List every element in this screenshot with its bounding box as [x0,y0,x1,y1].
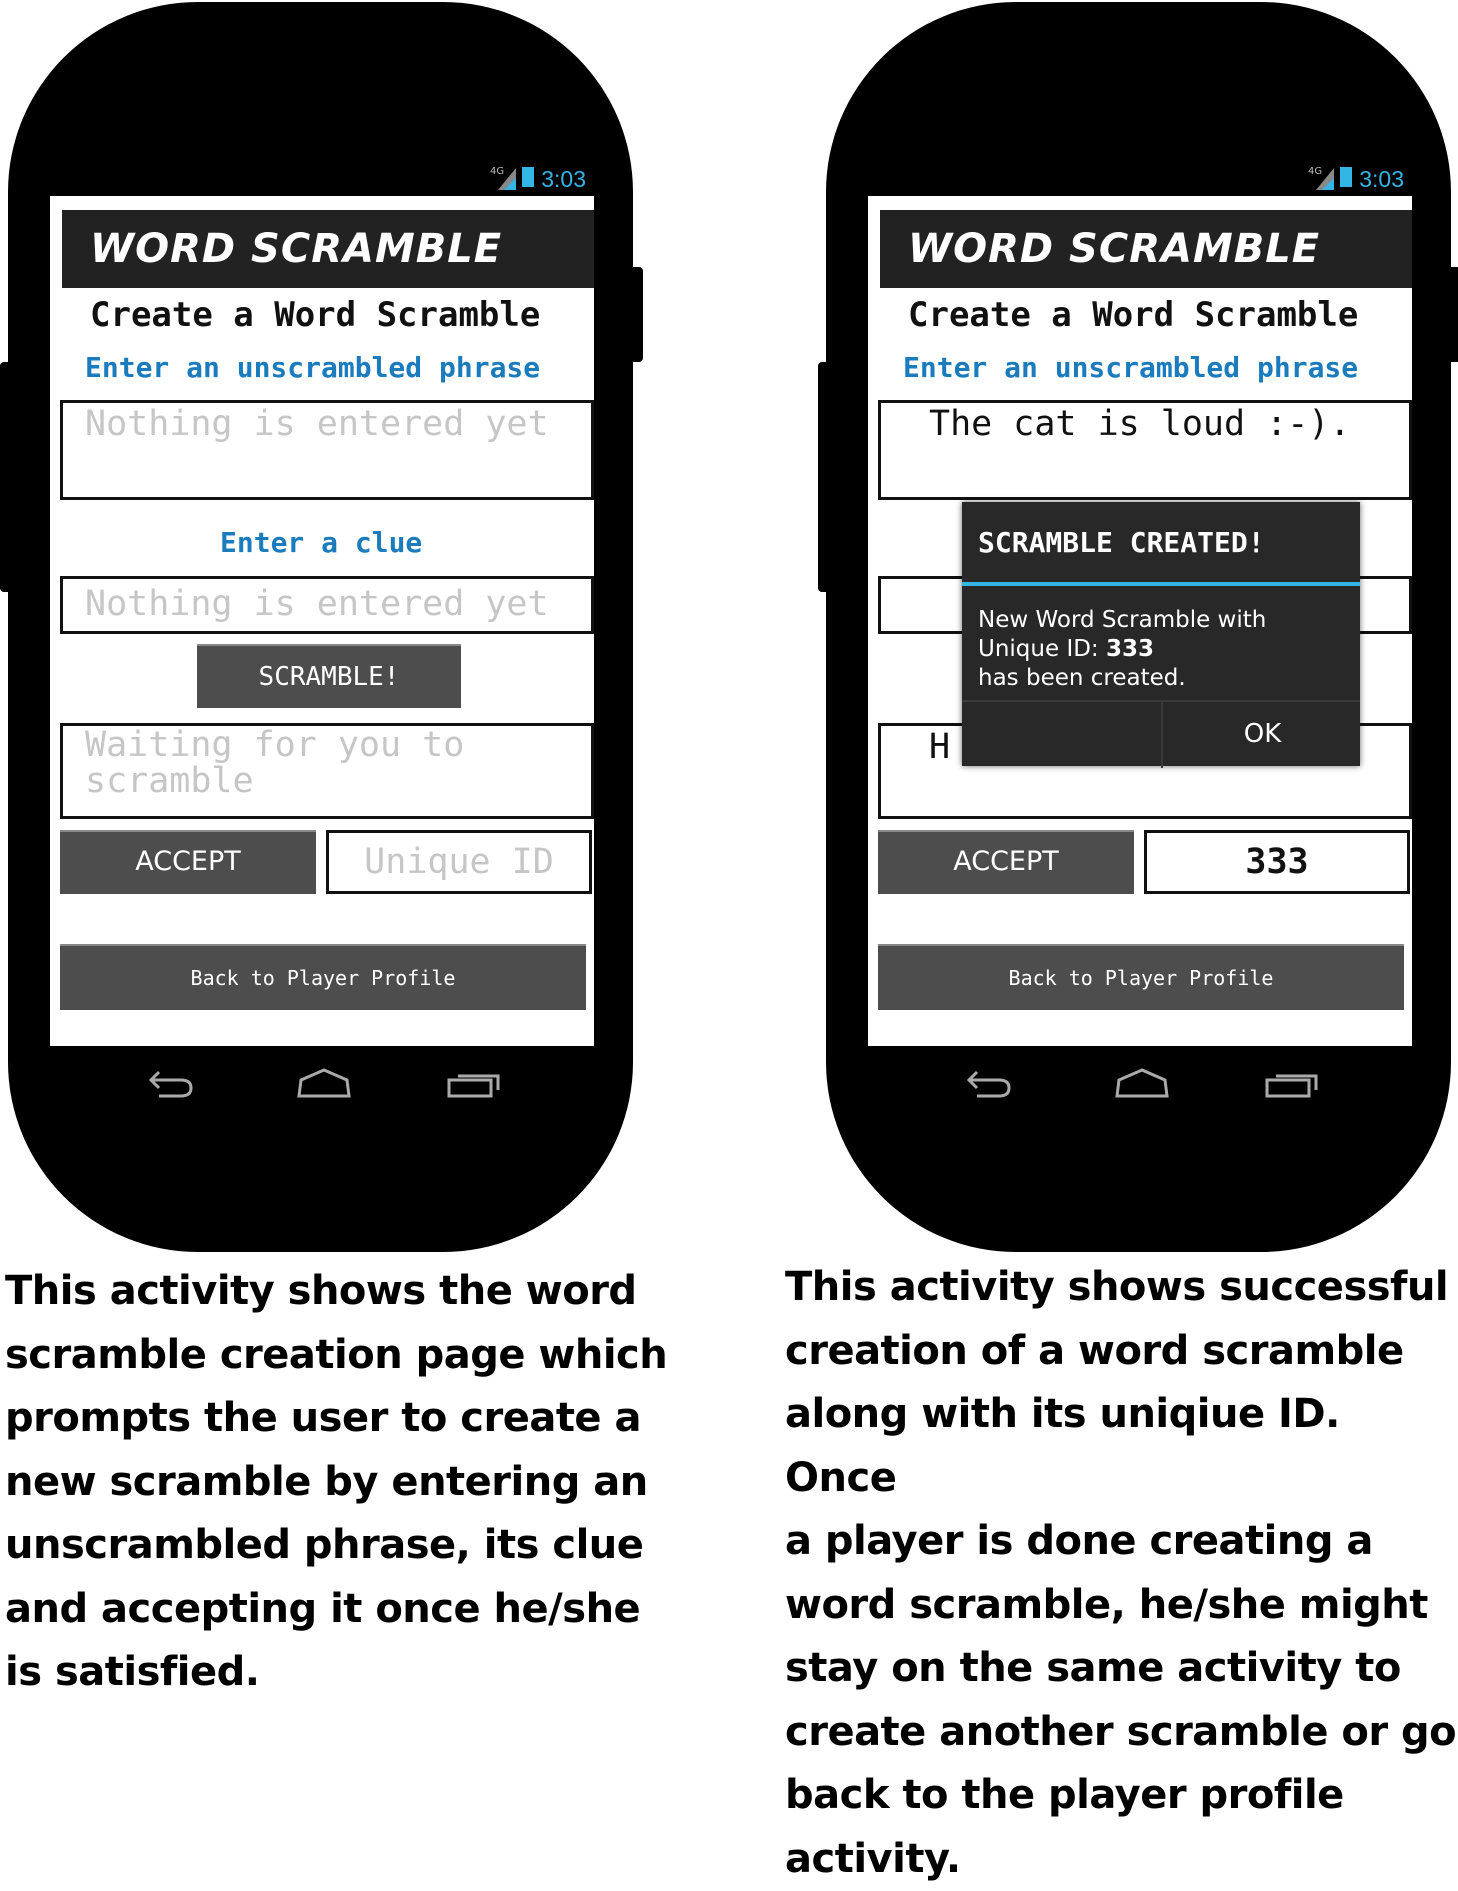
status-bar: 4G 3:03 [50,158,594,196]
caption-left-line: scramble creation page which [5,1324,667,1388]
status-time: 3:03 [1359,166,1404,193]
caption-right-line: This activity shows successful [785,1256,1458,1320]
caption-right: This activity shows successful creation … [785,1256,1458,1891]
page-title: Create a Word Scramble [90,295,540,335]
dialog-line-2: Unique ID: 333 [978,635,1266,664]
dialog-line-3: has been created. [978,664,1266,693]
home-nav-icon[interactable] [1114,1066,1170,1100]
app-title: WORD SCRAMBLE GAME [880,210,1412,288]
status-bar: 4G 3:03 [868,158,1412,196]
phone-mockup-left: 4G 3:03 WORD SCRAMBLE GAME Create a Word… [8,2,633,1252]
back-nav-icon[interactable] [145,1066,197,1100]
caption-right-line: word scramble, he/she might [785,1574,1458,1638]
dialog-footer: OK [962,700,1360,768]
accept-button[interactable]: ACCEPT [60,830,316,894]
signal-icon: 4G [1308,164,1336,190]
phrase-value: The cat is loud :-). [929,404,1350,444]
scramble-button-label: SCRAMBLE! [259,662,400,692]
ok-button[interactable]: OK [1161,702,1362,768]
phrase-label: Enter an unscrambled phrase [903,351,1358,384]
scrambled-result-field: Waiting for you to scramble [60,723,594,819]
recent-apps-nav-icon[interactable] [446,1066,502,1100]
scramble-button[interactable]: SCRAMBLE! [197,644,461,708]
phrase-label: Enter an unscrambled phrase [85,351,540,384]
home-nav-icon[interactable] [296,1066,352,1100]
page-title: Create a Word Scramble [908,295,1358,335]
volume-button [818,362,830,592]
caption-left-line: This activity shows the word [5,1260,667,1324]
phone-mockup-right: 4G 3:03 WORD SCRAMBLE GAME Create a Word… [826,2,1451,1252]
dialog-message: New Word Scramble with Unique ID: 333 ha… [978,606,1266,693]
caption-right-line: along with its uniqiue ID. Once [785,1383,1458,1510]
back-to-profile-button[interactable]: Back to Player Profile [60,944,586,1010]
caption-left-line: is satisfied. [5,1641,667,1705]
volume-button [0,362,12,592]
svg-text:4G: 4G [490,166,504,177]
result-value: H [929,727,950,767]
app-title: WORD SCRAMBLE GAME [62,210,594,288]
caption-left-line: and accepting it once he/she [5,1578,667,1642]
clue-label: Enter a clue [220,526,422,559]
phrase-input[interactable]: Nothing is entered yet [60,400,594,500]
clue-input[interactable]: Nothing is entered yet [60,576,594,634]
accept-button-label: ACCEPT [953,846,1059,877]
back-button-label: Back to Player Profile [191,966,456,990]
nav-bar [868,1046,1412,1120]
dialog-title: SCRAMBLE CREATED! [978,526,1265,559]
signal-icon: 4G [490,164,518,190]
caption-right-line: back to the player profile [785,1764,1458,1828]
unique-id-value: 333 [1245,842,1308,882]
status-time: 3:03 [541,166,586,193]
accept-button[interactable]: ACCEPT [878,830,1134,894]
unique-id-field: Unique ID [326,830,592,894]
battery-icon [1340,167,1352,187]
battery-icon [522,167,534,187]
caption-right-line: stay on the same activity to [785,1637,1458,1701]
ok-button-label: OK [1244,719,1282,749]
svg-text:4G: 4G [1308,166,1322,177]
accept-button-label: ACCEPT [135,846,241,877]
dialog-id-prefix: Unique ID: [978,636,1106,662]
result-placeholder: Waiting for you to scramble [85,725,464,801]
scramble-created-dialog: SCRAMBLE CREATED! New Word Scramble with… [962,502,1360,766]
back-button-label: Back to Player Profile [1009,966,1274,990]
caption-right-line: create another scramble or go [785,1701,1458,1765]
phrase-input[interactable]: The cat is loud :-). [878,400,1412,500]
power-button [1447,267,1458,362]
phone-screen: 4G 3:03 WORD SCRAMBLE GAME Create a Word… [868,158,1412,1120]
clue-placeholder: Nothing is entered yet [85,584,549,624]
dialog-divider [962,582,1360,586]
unique-id-field: 333 [1144,830,1410,894]
caption-right-line: activity. [785,1828,1458,1891]
recent-apps-nav-icon[interactable] [1264,1066,1320,1100]
nav-bar [50,1046,594,1120]
power-button [629,267,643,362]
phone-screen: 4G 3:03 WORD SCRAMBLE GAME Create a Word… [50,158,594,1120]
caption-left-line: prompts the user to create a [5,1387,667,1451]
back-to-profile-button[interactable]: Back to Player Profile [878,944,1404,1010]
unique-id-placeholder: Unique ID [364,842,554,882]
caption-left: This activity shows the word scramble cr… [5,1260,667,1705]
caption-left-line: new scramble by entering an [5,1451,667,1515]
phrase-placeholder: Nothing is entered yet [85,404,549,444]
dialog-line-1: New Word Scramble with [978,606,1266,635]
back-nav-icon[interactable] [963,1066,1015,1100]
caption-right-line: a player is done creating a [785,1510,1458,1574]
caption-right-line: creation of a word scramble [785,1320,1458,1384]
dialog-unique-id: 333 [1106,636,1154,662]
caption-left-line: unscrambled phrase, its clue [5,1514,667,1578]
